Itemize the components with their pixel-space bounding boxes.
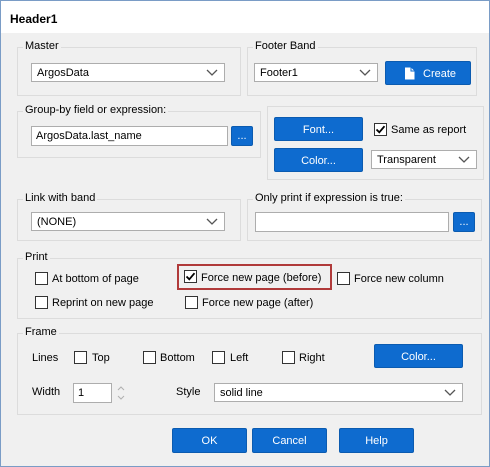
create-button[interactable]: Create xyxy=(385,61,471,85)
master-legend: Master xyxy=(23,40,61,52)
frame-legend: Frame xyxy=(23,326,59,338)
footer-band-select-value: Footer1 xyxy=(260,67,298,79)
group-by-legend: Group-by field or expression: xyxy=(23,104,169,116)
cancel-button-label: Cancel xyxy=(272,435,307,447)
group-by-value: ArgosData.last_name xyxy=(36,130,142,142)
background-select-value: Transparent xyxy=(377,154,436,166)
checkmark-icon xyxy=(375,125,386,134)
group-by-browse-button[interactable]: ... xyxy=(231,126,253,146)
font-button[interactable]: Font... xyxy=(274,117,363,141)
chevron-down-icon xyxy=(206,218,218,225)
link-with-band-select[interactable]: (NONE) xyxy=(31,212,225,231)
chevron-down-icon xyxy=(206,69,218,76)
group-by-input[interactable]: ArgosData.last_name xyxy=(31,126,228,146)
reprint-label: Reprint on new page xyxy=(52,297,154,309)
force-before-label: Force new page (before) xyxy=(201,272,322,284)
top-checkbox[interactable] xyxy=(74,351,87,364)
top-label: Top xyxy=(92,352,110,364)
group-by-browse-label: ... xyxy=(237,130,247,142)
only-print-browse-label: ... xyxy=(459,216,469,228)
style-select[interactable]: solid line xyxy=(214,383,463,402)
help-button-label: Help xyxy=(365,435,388,447)
width-label: Width xyxy=(32,386,61,398)
same-as-report-label: Same as report xyxy=(391,124,467,136)
title-bar: Header1 xyxy=(1,1,489,33)
ok-button-label: OK xyxy=(201,435,218,447)
chevron-down-icon xyxy=(458,156,470,163)
bottom-label: Bottom xyxy=(160,352,195,364)
left-label: Left xyxy=(230,352,249,364)
style-label: Style xyxy=(176,386,201,398)
cancel-button[interactable]: Cancel xyxy=(252,428,327,453)
checkmark-icon xyxy=(185,272,196,281)
help-button[interactable]: Help xyxy=(339,428,414,453)
new-page-icon xyxy=(405,67,415,80)
create-button-label: Create xyxy=(423,68,457,80)
font-button-label: Font... xyxy=(302,124,335,136)
width-spinner-icon[interactable] xyxy=(116,383,126,403)
only-print-browse-button[interactable]: ... xyxy=(453,212,475,232)
frame-color-button[interactable]: Color... xyxy=(374,344,463,368)
header-dialog: Header1 Master ArgosData Footer Band Foo… xyxy=(0,0,490,467)
right-label: Right xyxy=(299,352,325,364)
right-checkbox[interactable] xyxy=(282,351,295,364)
at-bottom-label: At bottom of page xyxy=(52,273,139,285)
chevron-down-icon xyxy=(444,389,456,396)
force-column-checkbox[interactable] xyxy=(337,272,350,285)
width-input[interactable]: 1 xyxy=(73,383,112,403)
left-checkbox[interactable] xyxy=(212,351,225,364)
force-after-checkbox[interactable] xyxy=(185,296,198,309)
print-legend: Print xyxy=(23,251,50,263)
chevron-down-icon xyxy=(359,69,371,76)
frame-color-button-label: Color... xyxy=(401,351,436,363)
link-with-band-legend: Link with band xyxy=(23,192,98,204)
footer-band-select[interactable]: Footer1 xyxy=(254,63,378,82)
master-select-value: ArgosData xyxy=(37,67,89,79)
lines-label: Lines xyxy=(32,352,59,364)
force-column-label: Force new column xyxy=(354,273,444,285)
style-select-value: solid line xyxy=(220,387,263,399)
force-before-checkbox[interactable] xyxy=(184,270,197,283)
at-bottom-checkbox[interactable] xyxy=(35,272,48,285)
background-select[interactable]: Transparent xyxy=(371,150,477,169)
color-button[interactable]: Color... xyxy=(274,148,363,172)
only-print-legend: Only print if expression is true: xyxy=(253,192,405,204)
link-with-band-value: (NONE) xyxy=(37,216,77,228)
color-button-label: Color... xyxy=(301,155,336,167)
master-select[interactable]: ArgosData xyxy=(31,63,225,82)
window-title: Header1 xyxy=(10,12,58,26)
force-after-label: Force new page (after) xyxy=(202,297,314,309)
reprint-checkbox[interactable] xyxy=(35,296,48,309)
footer-band-legend: Footer Band xyxy=(253,40,318,52)
width-value: 1 xyxy=(78,387,85,399)
ok-button[interactable]: OK xyxy=(172,428,247,453)
only-print-input[interactable] xyxy=(255,212,449,232)
bottom-checkbox[interactable] xyxy=(143,351,156,364)
same-as-report-checkbox[interactable] xyxy=(374,123,387,136)
